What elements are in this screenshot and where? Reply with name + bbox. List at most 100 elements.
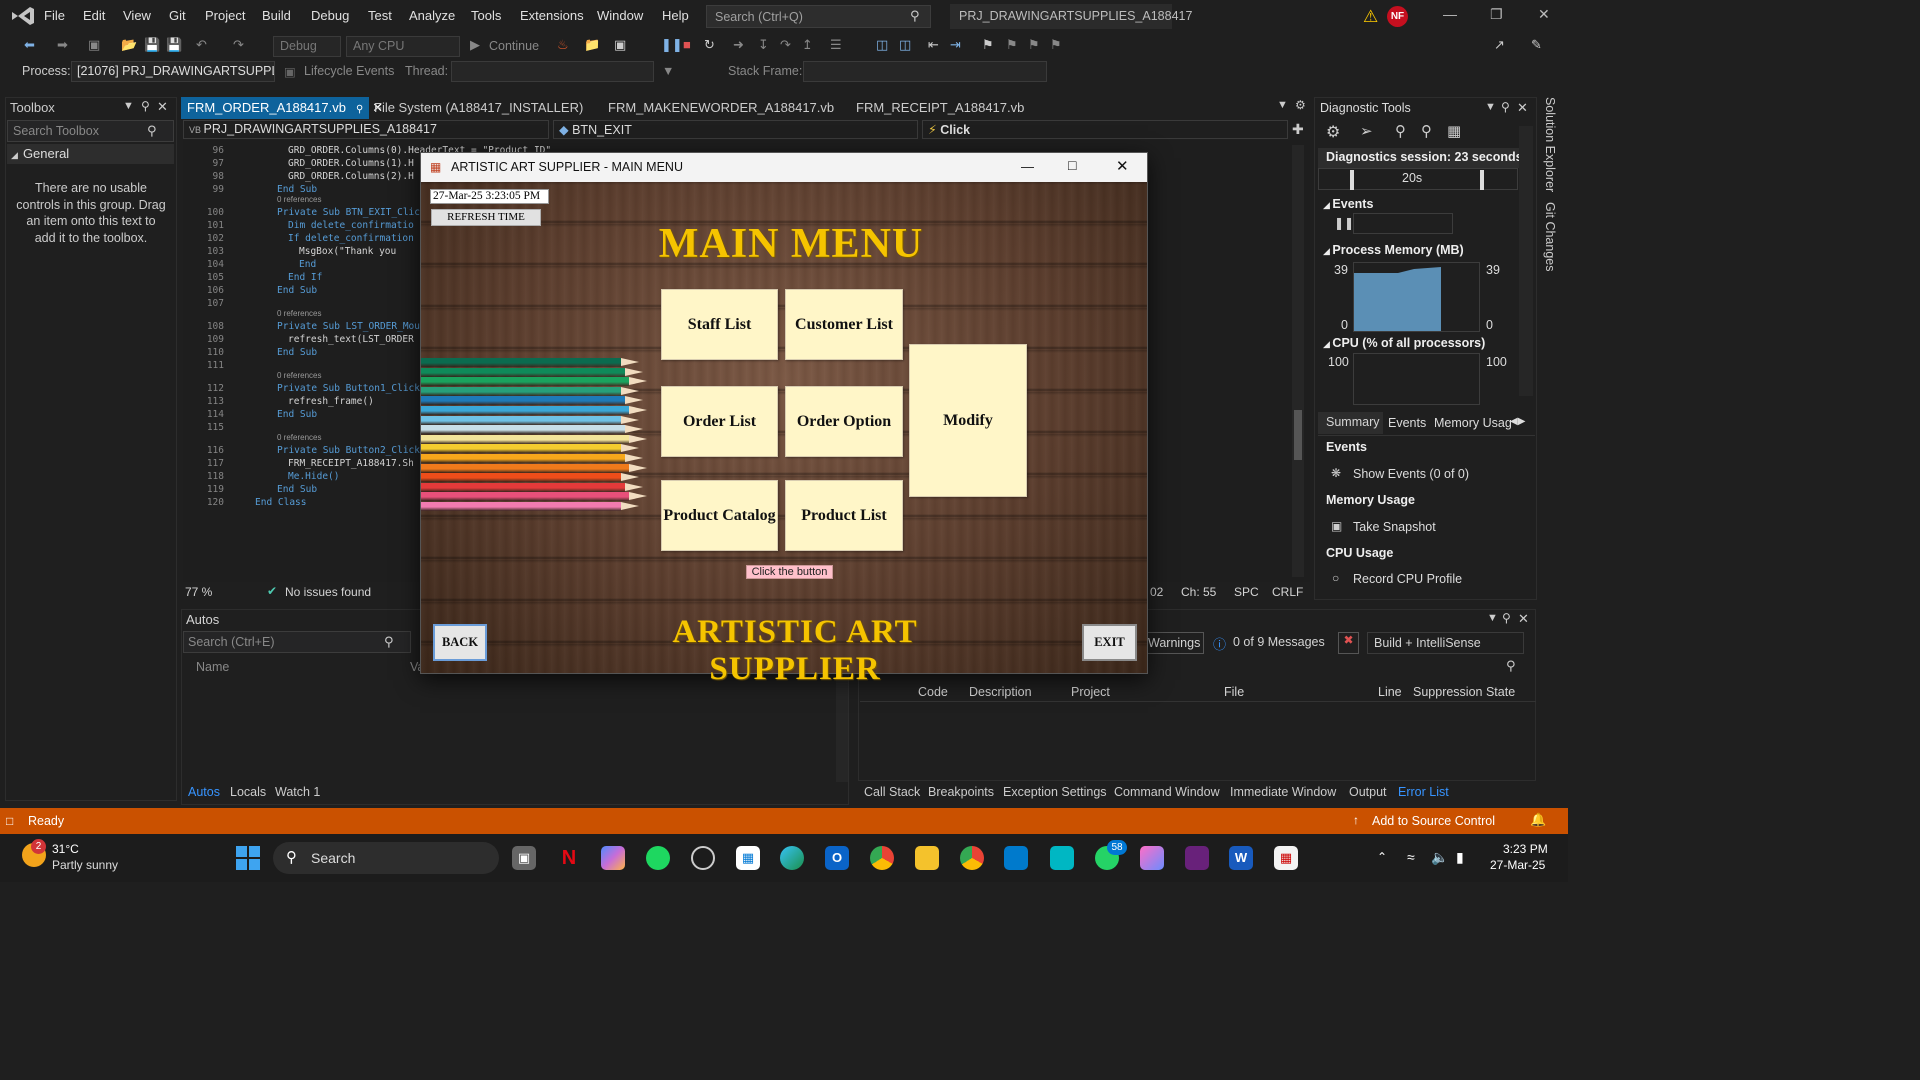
taskbar-search-input[interactable] — [273, 842, 499, 874]
pause-icon[interactable]: ❚❚ — [661, 37, 683, 53]
reset-zoom-icon[interactable]: ▦ — [1447, 122, 1461, 140]
back-button[interactable]: BACK — [433, 624, 487, 661]
zoom-in-icon[interactable]: ⚲ — [1395, 122, 1406, 140]
tab-watch1[interactable]: Watch 1 — [275, 785, 320, 799]
clock-date[interactable]: 27-Mar-25 — [1490, 858, 1545, 872]
save-icon[interactable]: 💾 — [144, 37, 160, 53]
store-icon[interactable]: ▦ — [736, 846, 760, 870]
step-over-icon[interactable]: ↷ — [780, 37, 791, 53]
messages-filter-button[interactable]: 0 of 9 Messages — [1233, 635, 1325, 649]
diag-settings-icon[interactable]: ⚙ — [1326, 122, 1340, 142]
modify-button[interactable]: Modify — [909, 344, 1027, 497]
split-editor-icon[interactable]: ✚ — [1292, 121, 1304, 138]
diag-close-icon[interactable]: ✕ — [1517, 100, 1528, 116]
tab-error-list[interactable]: Error List — [1398, 785, 1449, 799]
timeline-handle-left[interactable] — [1350, 170, 1354, 190]
code-line[interactable]: End Sub — [277, 347, 317, 358]
errlist-pin-icon[interactable]: ⚲ — [1502, 611, 1511, 625]
code-line[interactable]: GRD_ORDER.Columns(2).H — [288, 171, 414, 182]
pause-events-icon[interactable]: ❚❚ — [1334, 216, 1354, 230]
menu-build[interactable]: Build — [262, 8, 291, 23]
diag-tab-memory[interactable]: Memory Usag — [1434, 416, 1512, 430]
code-references-hint[interactable]: 0 references — [277, 371, 321, 380]
errlist-col-file[interactable]: File — [1224, 685, 1244, 699]
tab-locals[interactable]: Locals — [230, 785, 266, 799]
errlist-menu-icon[interactable]: ▼ — [1487, 612, 1498, 624]
order-list-button[interactable]: Order List — [661, 386, 778, 457]
code-line[interactable]: GRD_ORDER.Columns(1).H — [288, 158, 414, 169]
chatgpt-icon[interactable] — [691, 846, 715, 870]
step-into-icon[interactable]: ↧ — [758, 37, 769, 53]
weather-temp[interactable]: 31°C — [52, 842, 79, 856]
code-references-hint[interactable]: 0 references — [277, 195, 321, 204]
new-project-icon[interactable]: ▣ — [88, 37, 100, 53]
code-references-hint[interactable]: 0 references — [277, 309, 321, 318]
hot-reload-icon[interactable]: ♨ — [557, 37, 569, 53]
tab-scroll-icon[interactable]: ◀▶ — [1510, 416, 1525, 427]
code-line[interactable]: End If — [288, 272, 322, 283]
back-icon[interactable]: ⬅ — [24, 37, 35, 53]
pin-icon[interactable]: ⚲ — [141, 99, 150, 113]
code-line[interactable]: If delete_confirmation — [288, 233, 414, 244]
filter-icon[interactable]: ▼ — [662, 64, 674, 78]
order-option-button[interactable]: Order Option — [785, 386, 903, 457]
redo-icon[interactable]: ↷ — [233, 37, 244, 53]
form-close-icon[interactable]: ✕ — [1116, 157, 1129, 175]
code-line[interactable]: End Sub — [277, 409, 317, 420]
search-input[interactable]: Search (Ctrl+Q) — [706, 5, 931, 28]
code-line[interactable]: Private Sub LST_ORDER_Mous — [277, 321, 426, 332]
tab-frm-receipt[interactable]: FRM_RECEIPT_A188417.vb — [850, 97, 1030, 119]
staff-list-button[interactable]: Staff List — [661, 289, 778, 360]
form-maximize-icon[interactable]: □ — [1068, 157, 1076, 173]
form-minimize-icon[interactable]: — — [1021, 159, 1034, 174]
task-view-icon[interactable]: ▣ — [512, 846, 536, 870]
battery-icon[interactable]: ▮ — [1456, 849, 1464, 866]
chrome-icon[interactable] — [870, 846, 894, 870]
code-line[interactable]: Private Sub BTN_EXIT_Click — [277, 207, 426, 218]
code-line[interactable]: Dim delete_confirmatio — [288, 220, 414, 231]
code-line[interactable]: End Sub — [277, 484, 317, 495]
continue-button[interactable]: Continue — [489, 39, 539, 53]
code-line[interactable]: Private Sub Button1_Click( — [277, 383, 426, 394]
errlist-col-line[interactable]: Line — [1378, 685, 1402, 699]
visual-studio-taskbar-icon[interactable] — [1185, 846, 1209, 870]
zoom-out-icon[interactable]: ⚲ — [1421, 122, 1432, 140]
play-icon[interactable]: ▶ — [470, 37, 480, 53]
forward-icon[interactable]: ➡ — [57, 37, 68, 53]
menu-debug[interactable]: Debug — [311, 8, 349, 23]
avatar[interactable]: NF — [1387, 6, 1408, 27]
screen-icon[interactable]: ▣ — [614, 37, 626, 53]
editor-scroll-thumb[interactable] — [1294, 410, 1302, 460]
tab-immediate-window[interactable]: Immediate Window — [1230, 785, 1336, 799]
product-catalog-button[interactable]: Product Catalog — [661, 480, 778, 551]
cpu-header[interactable]: ◢ CPU (% of all processors) — [1323, 336, 1485, 350]
tab-autos[interactable]: Autos — [188, 785, 220, 799]
solution-explorer-tab[interactable]: Solution Explorer — [1543, 97, 1557, 192]
open-folder-icon[interactable]: 📂 — [121, 37, 137, 53]
menu-git[interactable]: Git — [169, 8, 186, 23]
volume-icon[interactable]: 🔈 — [1431, 849, 1448, 866]
feedback-icon[interactable]: ✎ — [1531, 37, 1542, 53]
diag-tab-summary[interactable]: Summary — [1318, 412, 1383, 434]
layout-icon[interactable]: ◫ — [876, 37, 888, 53]
zoom-select[interactable]: 77 % — [185, 585, 212, 599]
running-app-icon[interactable]: ▦ — [1274, 846, 1298, 870]
menu-project[interactable]: Project — [205, 8, 245, 23]
stackframe-select[interactable] — [803, 61, 1047, 82]
folder-icon[interactable]: 📁 — [584, 37, 600, 53]
lifecycle-events-button[interactable]: Lifecycle Events — [304, 64, 394, 78]
tab-exception-settings[interactable]: Exception Settings — [1003, 785, 1107, 799]
bookmark-next-icon[interactable]: ⚑ — [1028, 37, 1040, 53]
copilot-icon[interactable] — [601, 846, 625, 870]
toolbox-menu-icon[interactable]: ▼ — [123, 100, 134, 112]
tab-breakpoints[interactable]: Breakpoints — [928, 785, 994, 799]
diag-export-icon[interactable]: ➢ — [1360, 122, 1373, 140]
bookmark-clear-icon[interactable]: ⚑ — [1050, 37, 1062, 53]
undo-icon[interactable]: ↶ — [196, 37, 207, 53]
stop-icon[interactable]: ■ — [683, 37, 691, 52]
notepad-icon[interactable] — [1050, 846, 1074, 870]
cpu-graph[interactable] — [1353, 353, 1480, 405]
file-explorer-icon[interactable] — [915, 846, 939, 870]
code-line[interactable]: MsgBox("Thank you — [299, 246, 396, 257]
errlist-close-icon[interactable]: ✕ — [1518, 611, 1529, 627]
